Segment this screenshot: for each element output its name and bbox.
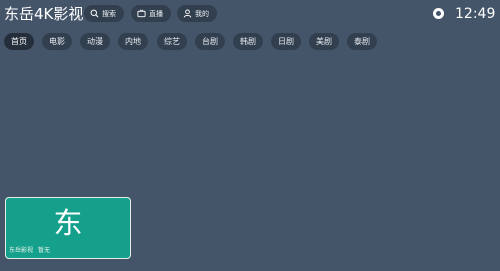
tab-movies[interactable]: 电影 xyxy=(42,33,72,50)
app-title: 东岳4K影视 xyxy=(4,5,84,23)
live-button-label: 直播 xyxy=(149,9,163,18)
search-icon xyxy=(90,9,99,18)
card-caption: 东岳影视 暂无 xyxy=(9,247,50,255)
search-button[interactable]: 搜索 xyxy=(84,5,124,22)
user-icon xyxy=(183,9,192,18)
card-logo-glyph: 东 xyxy=(53,206,83,240)
tab-mainland[interactable]: 内地 xyxy=(118,33,148,50)
clock: 12:49 xyxy=(455,6,496,22)
tab-japanese-drama[interactable]: 日剧 xyxy=(271,33,301,50)
tab-thai-drama[interactable]: 泰剧 xyxy=(347,33,377,50)
card-name: 东岳影视 xyxy=(9,247,34,254)
mine-button[interactable]: 我的 xyxy=(177,5,217,22)
search-button-label: 搜索 xyxy=(102,9,116,18)
tab-anime[interactable]: 动漫 xyxy=(80,33,110,50)
mine-button-label: 我的 xyxy=(195,9,209,18)
tab-variety[interactable]: 综艺 xyxy=(157,33,187,50)
tv-icon xyxy=(137,9,146,18)
tab-american-drama[interactable]: 美剧 xyxy=(309,33,339,50)
tab-korean-drama[interactable]: 韩剧 xyxy=(233,33,263,50)
settings-icon[interactable] xyxy=(433,8,444,19)
card-status: 暂无 xyxy=(38,247,51,254)
tab-home[interactable]: 首页 xyxy=(4,33,34,50)
tab-taiwan-drama[interactable]: 台剧 xyxy=(195,33,225,50)
live-button[interactable]: 直播 xyxy=(131,5,171,22)
source-card[interactable]: 东 东岳影视 暂无 xyxy=(5,197,131,259)
